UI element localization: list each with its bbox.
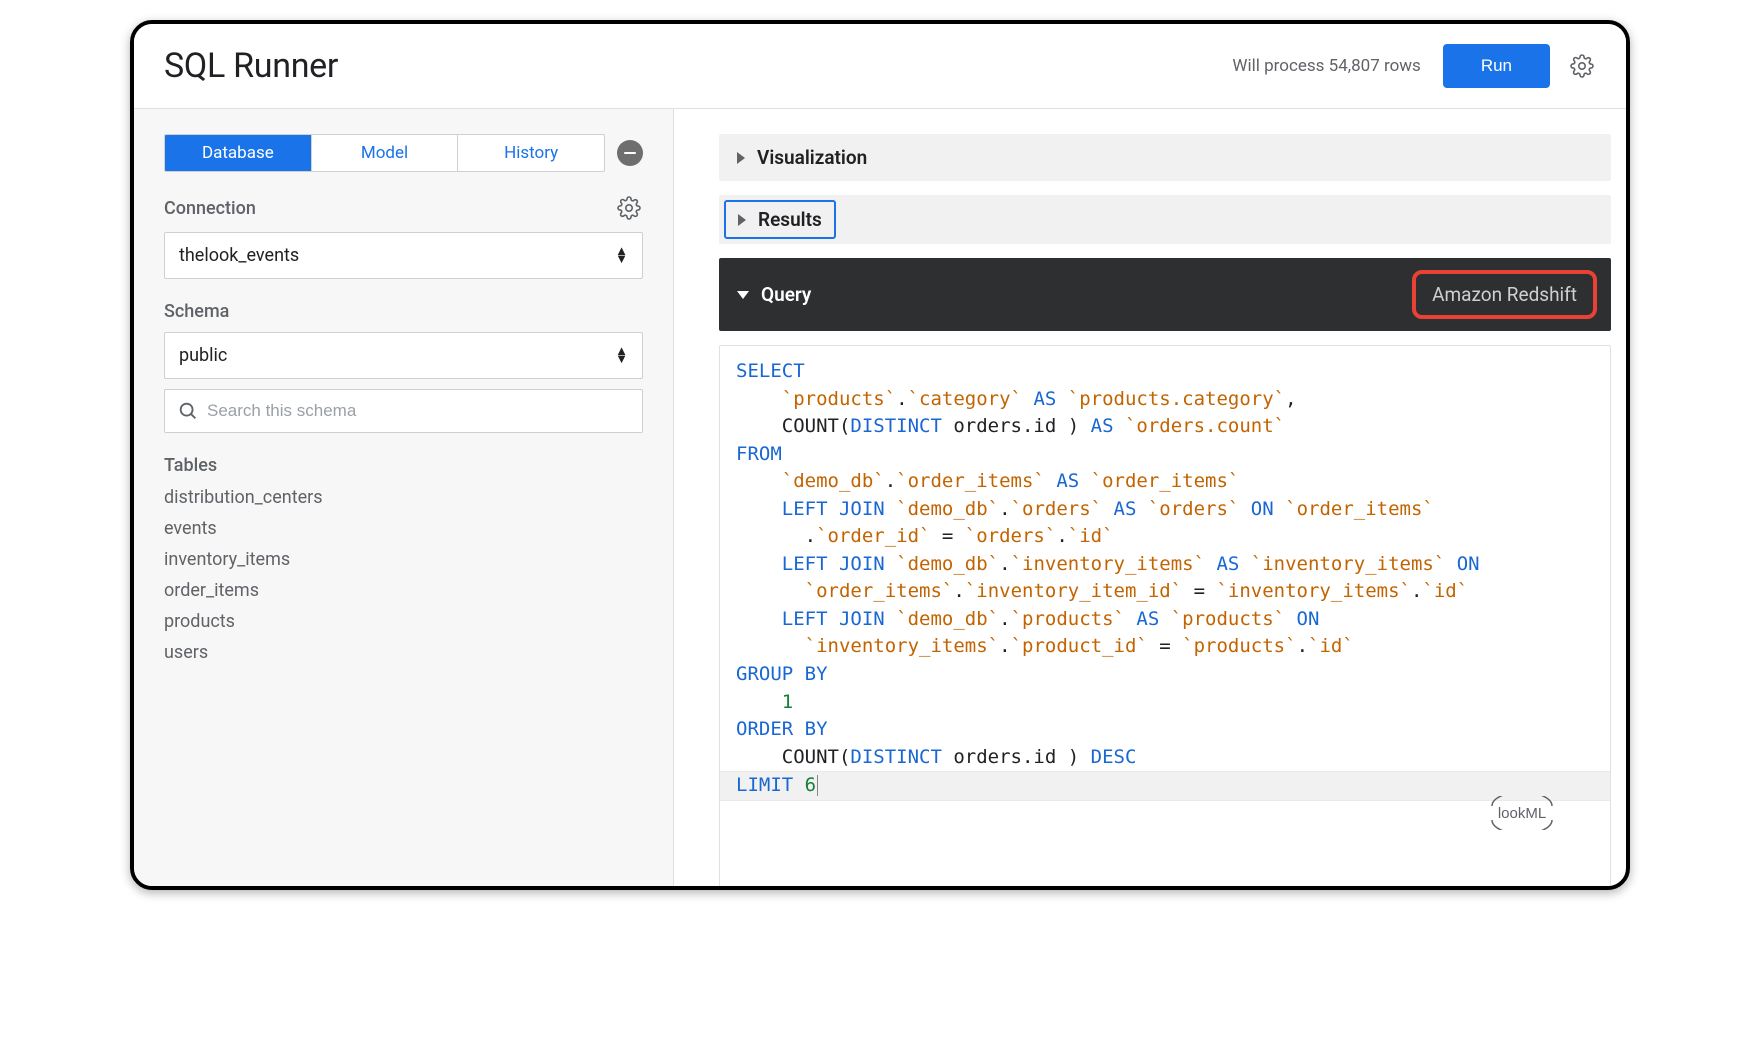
tables-label: Tables (164, 455, 643, 476)
connection-label: Connection (164, 198, 256, 219)
query-panel-toggle[interactable]: Query Amazon Redshift (719, 258, 1611, 331)
table-item[interactable]: products (164, 606, 643, 637)
schema-label: Schema (164, 301, 643, 322)
sort-icon: ▲▼ (615, 348, 628, 362)
row-count-info: Will process 54,807 rows (1232, 56, 1420, 76)
gear-icon (1570, 54, 1594, 78)
table-item[interactable]: events (164, 513, 643, 544)
sidebar-tabs: Database Model History (164, 134, 605, 172)
caret-right-icon (738, 214, 746, 226)
table-item[interactable]: order_items (164, 575, 643, 606)
schema-search[interactable] (164, 389, 643, 433)
header-bar: SQL Runner Will process 54,807 rows Run (134, 24, 1626, 109)
gear-icon (617, 196, 641, 220)
tab-model[interactable]: Model (312, 135, 459, 171)
settings-button[interactable] (1568, 52, 1596, 80)
schema-value: public (179, 345, 227, 366)
schema-search-input[interactable] (207, 401, 630, 421)
main-panel: Visualization Results Query Amazon Redsh… (674, 109, 1626, 886)
sidebar: Database Model History Connection theloo… (134, 109, 674, 886)
results-label: Results (758, 208, 822, 231)
caret-down-icon (737, 291, 749, 299)
sort-icon: ▲▼ (615, 248, 628, 262)
connection-select[interactable]: thelook_events ▲▼ (164, 232, 643, 279)
table-item[interactable]: distribution_centers (164, 482, 643, 513)
dialect-badge: Amazon Redshift (1412, 270, 1597, 319)
tab-history[interactable]: History (458, 135, 604, 171)
lookml-badge[interactable]: lookML (1482, 741, 1596, 885)
visualization-label: Visualization (757, 146, 867, 169)
table-item[interactable]: inventory_items (164, 544, 643, 575)
caret-right-icon (737, 152, 745, 164)
svg-text:lookML: lookML (1497, 805, 1545, 822)
app-window: SQL Runner Will process 54,807 rows Run … (130, 20, 1630, 890)
search-icon (177, 400, 199, 422)
connection-value: thelook_events (179, 245, 299, 266)
schema-select[interactable]: public ▲▼ (164, 332, 643, 379)
tab-database[interactable]: Database (165, 135, 312, 171)
results-panel-toggle[interactable]: Results (719, 195, 1611, 244)
run-button[interactable]: Run (1443, 44, 1550, 88)
visualization-panel-toggle[interactable]: Visualization (719, 134, 1611, 181)
tables-list: distribution_centers events inventory_it… (164, 482, 643, 668)
sql-editor[interactable]: SELECT `products`.`category` AS `product… (719, 345, 1611, 886)
text-cursor (817, 775, 818, 796)
page-title: SQL Runner (164, 46, 338, 86)
query-label: Query (761, 283, 811, 306)
table-item[interactable]: users (164, 637, 643, 668)
collapse-sidebar-button[interactable] (617, 140, 643, 166)
connection-settings-button[interactable] (615, 194, 643, 222)
